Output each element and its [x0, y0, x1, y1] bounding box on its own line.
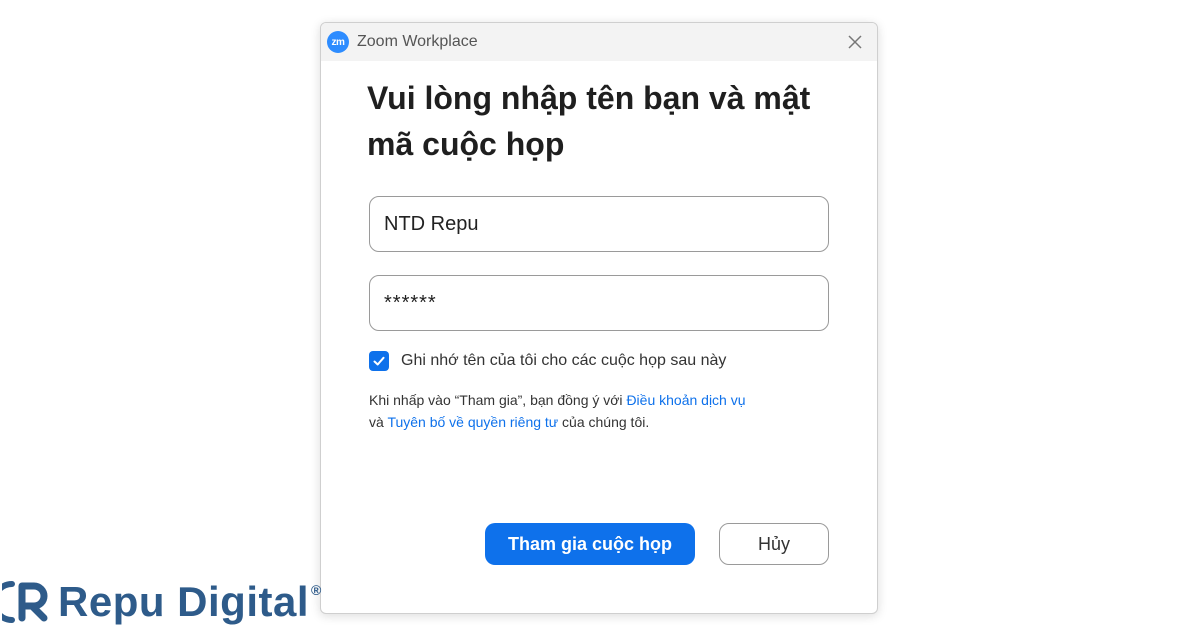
- join-meeting-dialog: zm Zoom Workplace Vui lòng nhập tên bạn …: [320, 22, 878, 614]
- terms-notice: Khi nhấp vào “Tham gia”, bạn đồng ý với …: [369, 389, 849, 433]
- checkmark-icon: [373, 356, 385, 366]
- privacy-statement-link[interactable]: Tuyên bố về quyền riêng tư: [387, 414, 558, 430]
- repu-digital-logo-icon: [2, 581, 48, 623]
- name-input[interactable]: [369, 196, 829, 252]
- join-meeting-button[interactable]: Tham gia cuộc họp: [485, 523, 695, 565]
- passcode-input[interactable]: [369, 275, 829, 331]
- dialog-heading: Vui lòng nhập tên bạn và mật mã cuộc họp: [367, 80, 811, 162]
- terms-suffix: của chúng tôi.: [558, 414, 650, 430]
- brand-registered-mark: ®: [311, 582, 322, 598]
- zoom-app-icon: zm: [327, 31, 349, 53]
- remember-name-option[interactable]: Ghi nhớ tên của tôi cho các cuộc họp sau…: [369, 351, 726, 371]
- cancel-button[interactable]: Hủy: [719, 523, 829, 565]
- terms-of-service-link[interactable]: Điều khoản dịch vụ: [626, 392, 745, 408]
- close-button[interactable]: [843, 30, 867, 54]
- brand-watermark: Repu Digital ®: [2, 578, 321, 626]
- terms-prefix: Khi nhấp vào “Tham gia”, bạn đồng ý với: [369, 392, 627, 408]
- remember-name-checkbox[interactable]: [369, 351, 389, 371]
- remember-name-label: Ghi nhớ tên của tôi cho các cuộc họp sau…: [401, 352, 727, 369]
- terms-middle: và: [369, 414, 388, 430]
- brand-name: Repu Digital: [58, 578, 310, 625]
- title-bar: zm Zoom Workplace: [321, 23, 877, 61]
- window-title: Zoom Workplace: [357, 33, 478, 50]
- close-icon: [848, 35, 862, 49]
- page: zm Zoom Workplace Vui lòng nhập tên bạn …: [0, 0, 1200, 630]
